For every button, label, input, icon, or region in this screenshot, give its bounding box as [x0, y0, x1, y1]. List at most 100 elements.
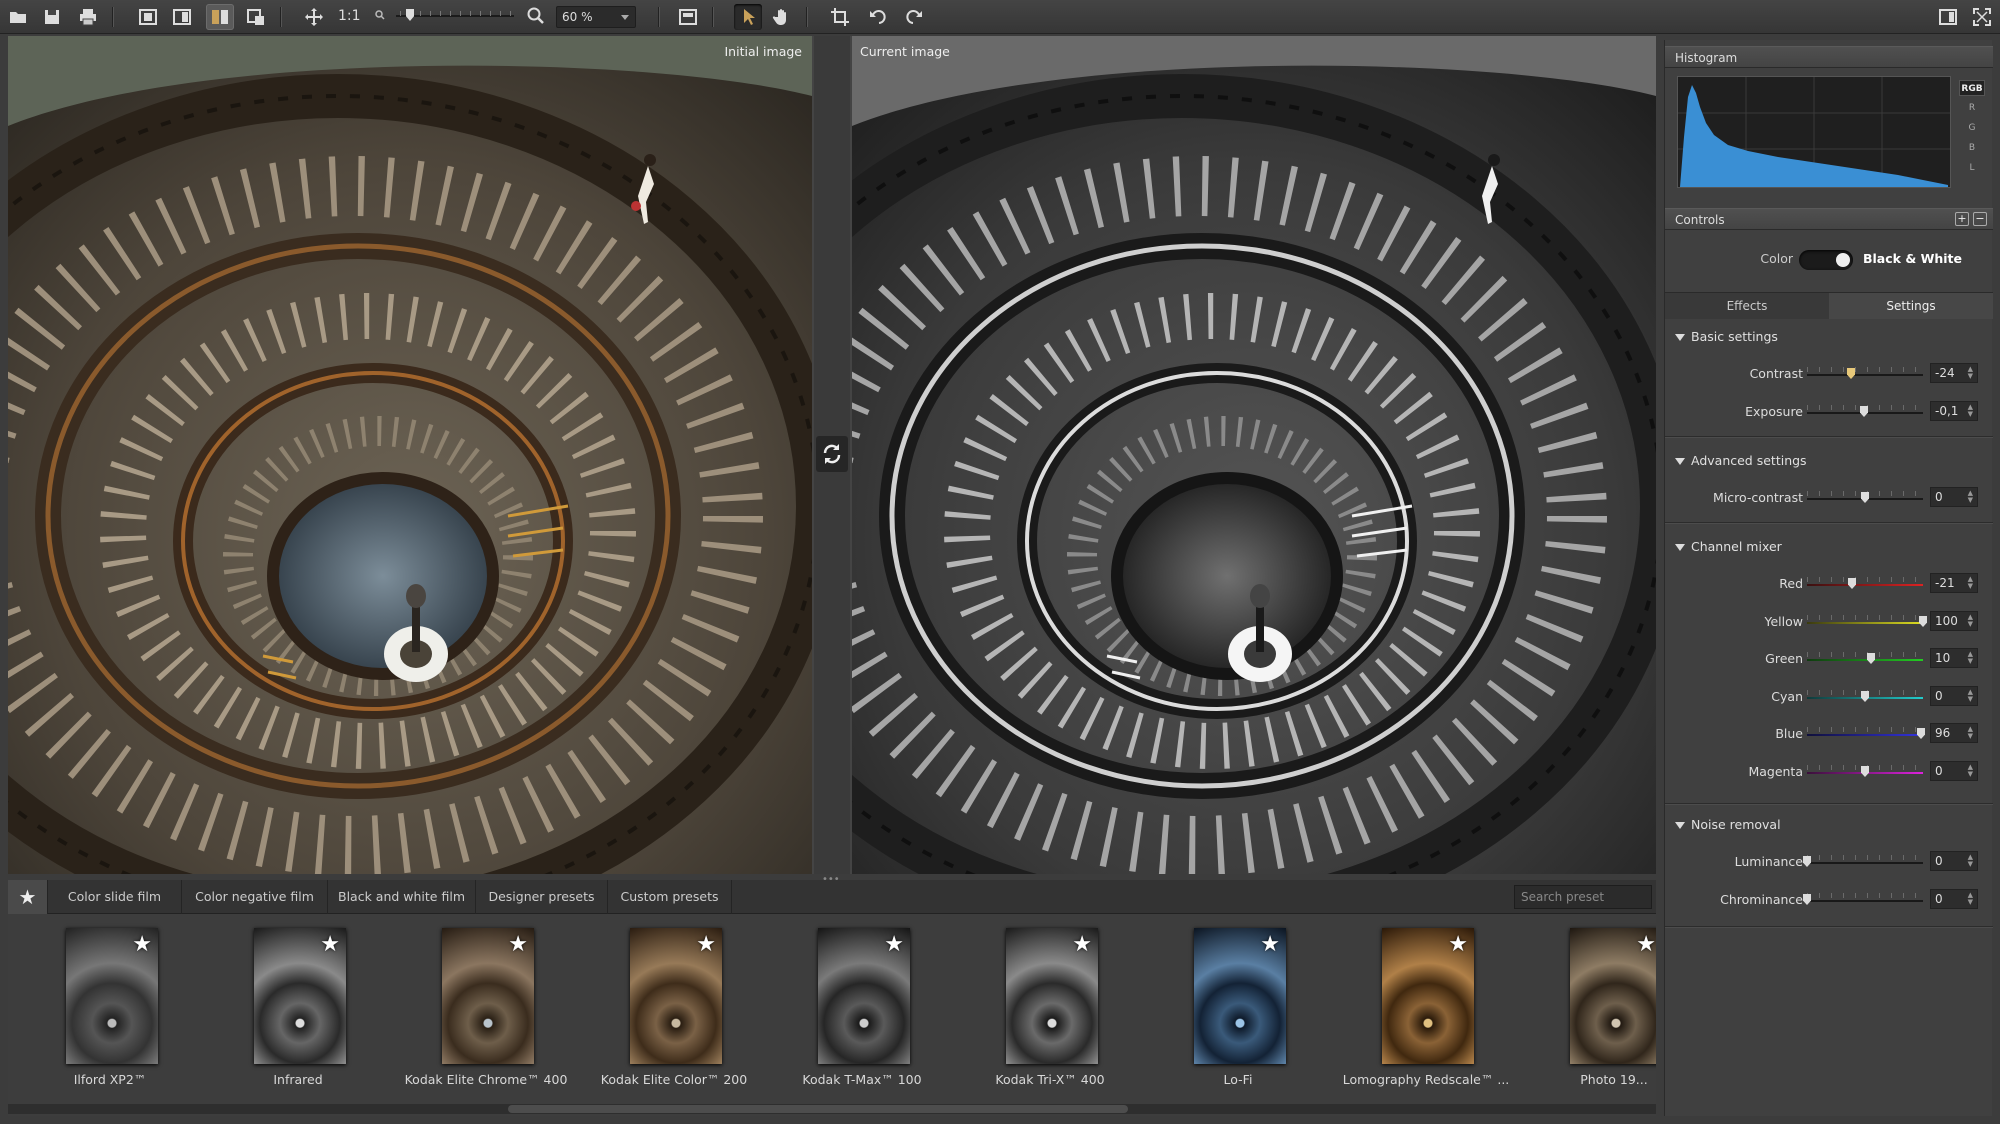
histogram-channel-g[interactable]: G — [1959, 120, 1985, 136]
star-icon[interactable]: ★ — [1448, 932, 1468, 957]
star-icon[interactable]: ★ — [884, 932, 904, 957]
print-icon[interactable] — [74, 4, 102, 30]
slider-luminance[interactable]: Luminance 0 ▲ ▼ — [1665, 850, 1993, 874]
slider-contrast[interactable]: Contrast -24 ▲ ▼ — [1665, 362, 1993, 386]
initial-image-label: Initial image — [724, 44, 803, 59]
star-icon[interactable]: ★ — [1260, 932, 1280, 957]
slider-chrominance[interactable]: Chrominance 0 ▲ ▼ — [1665, 888, 1993, 912]
expand-all-icon[interactable]: + — [1955, 212, 1969, 226]
histogram-channel-b[interactable]: B — [1959, 140, 1985, 156]
compare-view-icon[interactable] — [242, 4, 270, 30]
color-bw-toggle[interactable] — [1799, 250, 1853, 270]
zoom-slider[interactable] — [396, 9, 514, 23]
slider-value-field[interactable]: 10 ▲ ▼ — [1930, 648, 1978, 668]
preset-thumb[interactable]: ★ Kodak Elite Color™ 200 — [572, 928, 760, 1098]
spinner-icon[interactable]: ▲ ▼ — [1968, 576, 1973, 590]
spinner-icon[interactable]: ▲ ▼ — [1968, 366, 1973, 380]
histogram-channel-l[interactable]: L — [1959, 160, 1985, 176]
slider-value-field[interactable]: 96 ▲ ▼ — [1930, 723, 1978, 743]
tab-settings[interactable]: Settings — [1829, 293, 1993, 319]
zoom-select[interactable]: 60 % — [556, 6, 636, 28]
slider-value-field[interactable]: 0 ▲ ▼ — [1930, 851, 1978, 871]
spinner-icon[interactable]: ▲ ▼ — [1968, 651, 1973, 665]
group-advanced-settings[interactable]: Advanced settings — [1665, 450, 1993, 472]
group-noise-removal[interactable]: Noise removal — [1665, 814, 1993, 836]
slider-value-field[interactable]: 100 ▲ ▼ — [1930, 611, 1978, 631]
split-view-icon[interactable] — [168, 4, 196, 30]
spinner-icon[interactable]: ▲ ▼ — [1968, 614, 1973, 628]
current-image-pane[interactable]: Current image — [852, 36, 1656, 874]
slider-value-field[interactable]: 0 ▲ ▼ — [1930, 686, 1978, 706]
group-basic-settings[interactable]: Basic settings — [1665, 326, 1993, 348]
preset-thumb[interactable]: ★ Kodak T-Max™ 100 — [760, 928, 948, 1098]
zoom-in-icon[interactable] — [526, 6, 546, 30]
collapse-all-icon[interactable]: − — [1973, 212, 1987, 226]
star-icon[interactable]: ★ — [1636, 932, 1656, 957]
zoom-one-to-one-button[interactable]: 1:1 — [338, 8, 361, 24]
spinner-icon[interactable]: ▲ ▼ — [1968, 726, 1973, 740]
zoom-out-icon[interactable] — [374, 8, 386, 26]
spinner-icon[interactable]: ▲ ▼ — [1968, 764, 1973, 778]
star-icon[interactable]: ★ — [508, 932, 528, 957]
slider-blue[interactable]: Blue 96 ▲ ▼ — [1665, 722, 1993, 746]
hand-tool-icon[interactable] — [768, 4, 796, 30]
save-icon[interactable] — [38, 4, 66, 30]
star-icon[interactable]: ★ — [696, 932, 716, 957]
spinner-icon[interactable]: ▲ ▼ — [1968, 689, 1973, 703]
initial-image-pane[interactable]: Initial image — [8, 36, 812, 874]
star-icon[interactable]: ★ — [132, 932, 152, 957]
rotate-left-icon[interactable] — [864, 4, 892, 30]
tab-custom-presets[interactable]: Custom presets — [608, 880, 732, 914]
pointer-tool-icon[interactable] — [734, 4, 762, 30]
preset-scrollbar[interactable] — [8, 1104, 1656, 1114]
slider-micro-contrast[interactable]: Micro-contrast 0 ▲ ▼ — [1665, 486, 1993, 510]
spinner-icon[interactable]: ▲ ▼ — [1968, 892, 1973, 906]
slider-green[interactable]: Green 10 ▲ ▼ — [1665, 647, 1993, 671]
slider-cyan[interactable]: Cyan 0 ▲ ▼ — [1665, 685, 1993, 709]
tab-color-negative-film[interactable]: Color negative film — [182, 880, 328, 914]
preset-thumb[interactable]: ★ Kodak Tri-X™ 400 — [948, 928, 1136, 1098]
preset-thumb[interactable]: ★ Lomography Redscale™ ... — [1324, 928, 1512, 1098]
spinner-icon[interactable]: ▲ ▼ — [1968, 404, 1973, 418]
tab-color-slide-film[interactable]: Color slide film — [48, 880, 182, 914]
spinner-icon[interactable]: ▲ ▼ — [1968, 854, 1973, 868]
star-icon[interactable]: ★ — [320, 932, 340, 957]
preset-thumb[interactable]: ★ Ilford XP2™ — [8, 928, 196, 1098]
spinner-icon[interactable]: ▲ ▼ — [1968, 490, 1973, 504]
slider-value-field[interactable]: -21 ▲ ▼ — [1930, 573, 1978, 593]
preset-thumb[interactable]: ★ Photo 19... — [1512, 928, 1656, 1098]
slider-exposure[interactable]: Exposure -0,1 ▲ ▼ — [1665, 400, 1993, 424]
preset-thumb[interactable]: ★ Infrared — [196, 928, 384, 1098]
preset-thumb[interactable]: ★ Lo-Fi — [1136, 928, 1324, 1098]
crop-icon[interactable] — [826, 4, 854, 30]
slider-magenta[interactable]: Magenta 0 ▲ ▼ — [1665, 760, 1993, 784]
panel-toggle-icon[interactable] — [674, 4, 702, 30]
search-preset-input[interactable] — [1514, 885, 1652, 909]
open-folder-icon[interactable] — [4, 4, 32, 30]
slider-red[interactable]: Red -21 ▲ ▼ — [1665, 572, 1993, 596]
favorites-tab[interactable]: ★ — [8, 880, 48, 914]
side-by-side-view-icon[interactable] — [206, 4, 234, 30]
swap-images-button[interactable] — [816, 436, 848, 472]
group-channel-mixer[interactable]: Channel mixer — [1665, 536, 1993, 558]
slider-value-field[interactable]: 0 ▲ ▼ — [1930, 889, 1978, 909]
move-icon[interactable] — [300, 4, 328, 30]
app-window: 1:1 60 % Initial image Current image ★ C… — [0, 0, 2000, 1124]
single-view-icon[interactable] — [134, 4, 162, 30]
tab-designer-presets[interactable]: Designer presets — [476, 880, 608, 914]
histogram-channel-r[interactable]: R — [1959, 100, 1985, 116]
slider-value-field[interactable]: 0 ▲ ▼ — [1930, 487, 1978, 507]
rotate-right-icon[interactable] — [900, 4, 928, 30]
slider-value-field[interactable]: 0 ▲ ▼ — [1930, 761, 1978, 781]
preset-thumb[interactable]: ★ Kodak Elite Chrome™ 400 — [384, 928, 572, 1098]
slider-value-field[interactable]: -24 ▲ ▼ — [1930, 363, 1978, 383]
tab-black-and-white-film[interactable]: Black and white film — [328, 880, 476, 914]
slider-value-field[interactable]: -0,1 ▲ ▼ — [1930, 401, 1978, 421]
histogram — [1677, 76, 1951, 188]
star-icon[interactable]: ★ — [1072, 932, 1092, 957]
histogram-channel-rgb[interactable]: RGB — [1959, 80, 1985, 96]
slider-yellow[interactable]: Yellow 100 ▲ ▼ — [1665, 610, 1993, 634]
fullscreen-icon[interactable] — [1968, 4, 1996, 30]
sidebar-toggle-icon[interactable] — [1934, 4, 1962, 30]
tab-effects[interactable]: Effects — [1665, 293, 1829, 319]
